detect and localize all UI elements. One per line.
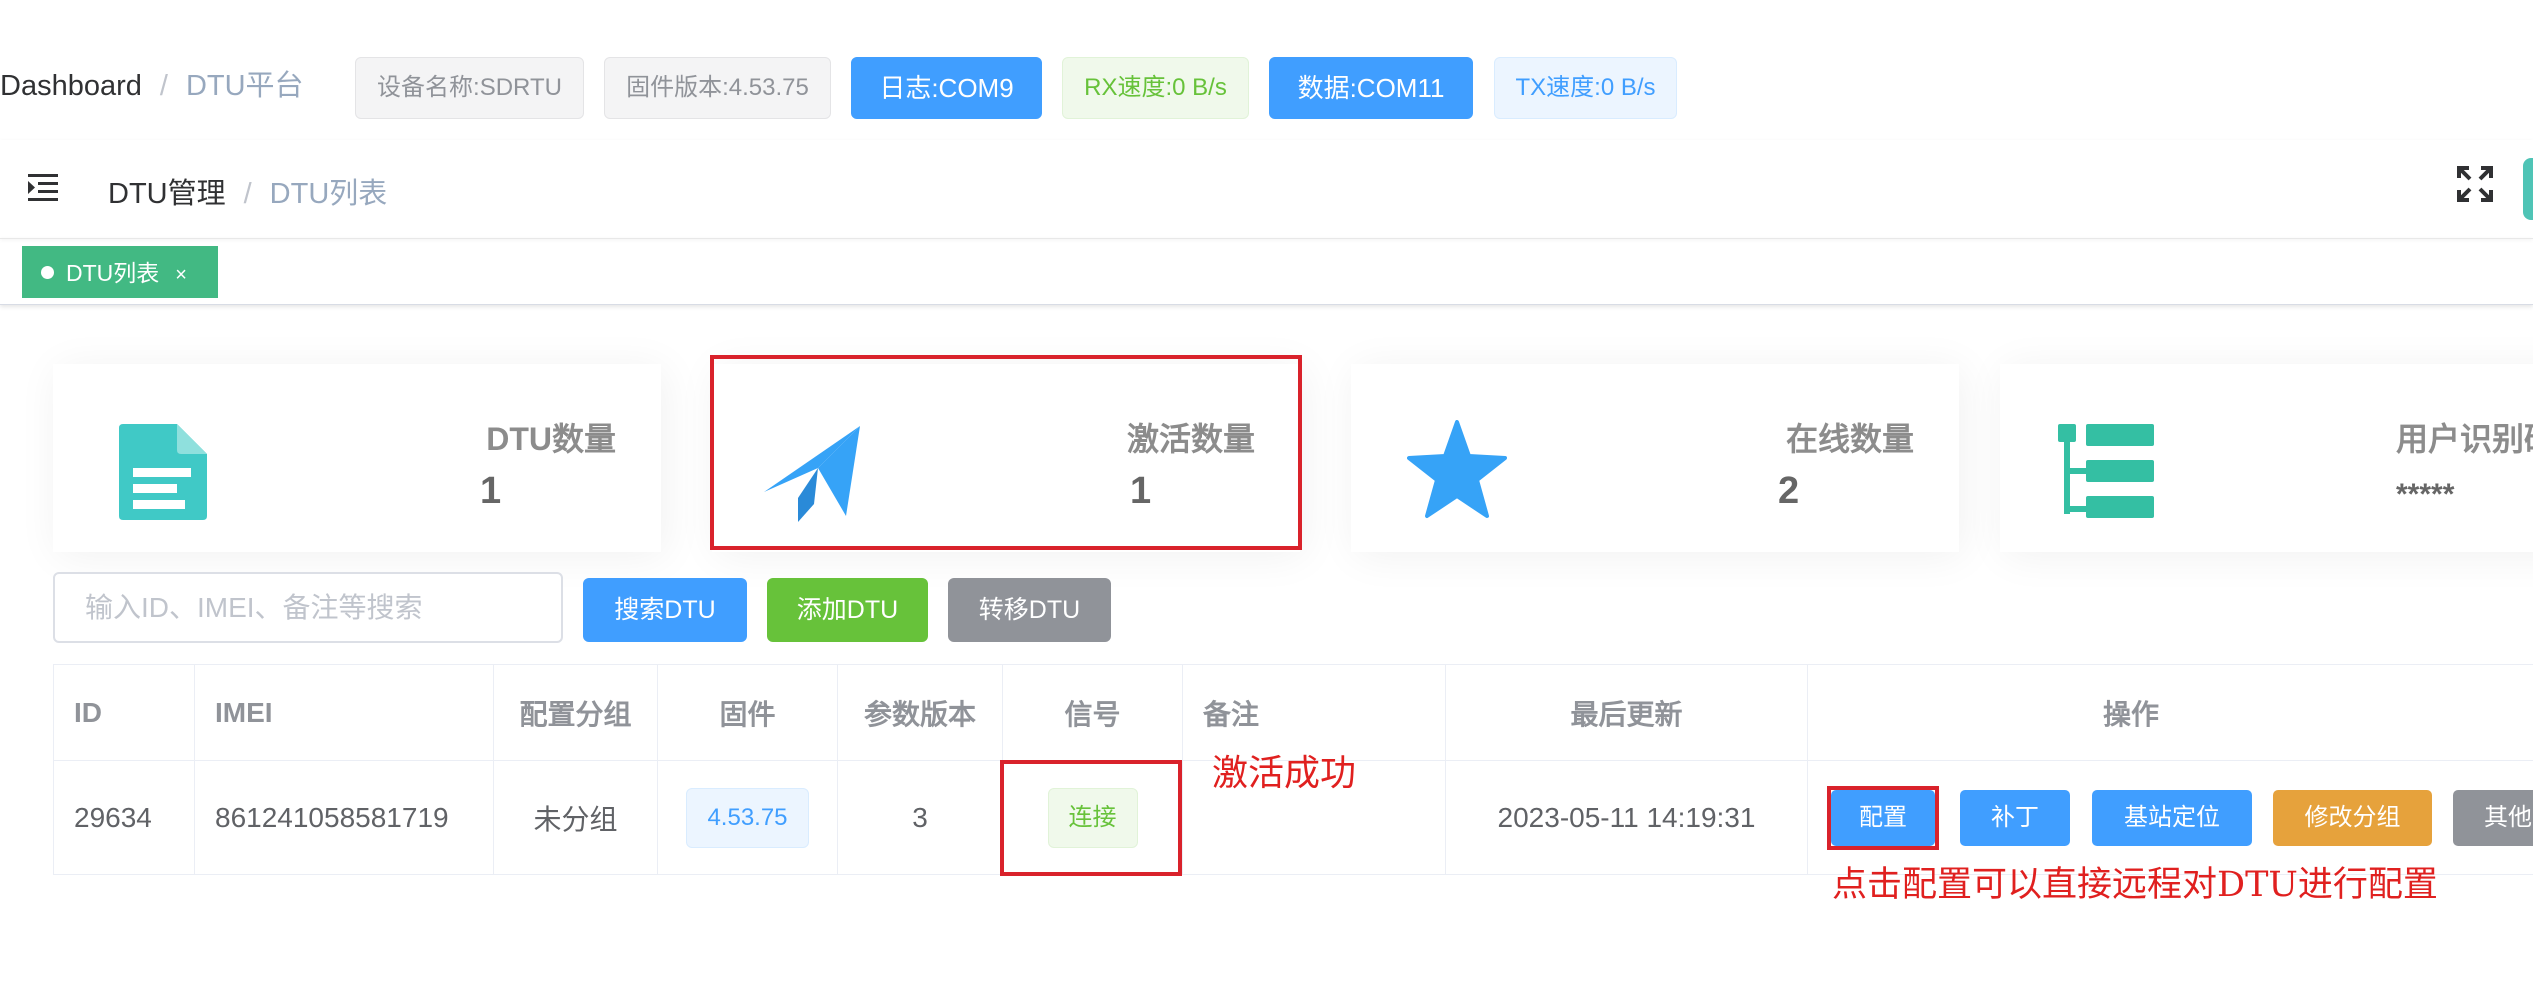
header-imei: IMEI [194, 664, 494, 761]
annotation-activated: 激活成功 [1212, 753, 1357, 794]
cell-param-version: 3 [837, 760, 1003, 875]
rx-speed-tag: RX速度:0 B/s [1062, 57, 1249, 119]
stat-value: ***** [2396, 478, 2455, 511]
breadcrumb-dtu-management[interactable]: DTU管理 [108, 178, 226, 210]
fullscreen-icon[interactable] [2455, 164, 2495, 204]
nav-breadcrumb: DTU管理 / DTU列表 [108, 170, 387, 212]
tab-label: DTU列表 [66, 260, 160, 286]
avatar[interactable] [2523, 158, 2533, 220]
header-signal: 信号 [1002, 664, 1183, 761]
tab-dtu-list[interactable]: DTU列表 × [22, 246, 218, 298]
stat-label: 在线数量 [1785, 421, 1914, 457]
cell-id: 29634 [53, 760, 195, 875]
breadcrumb-dtu-list: DTU列表 [269, 178, 388, 210]
document-icon [111, 422, 211, 522]
header-group: 配置分组 [493, 664, 658, 761]
data-port-button[interactable]: 数据:COM11 [1269, 57, 1473, 119]
breadcrumb-separator: / [159, 70, 168, 102]
tree-list-icon [2056, 422, 2156, 522]
active-dot-icon [41, 266, 54, 280]
breadcrumb-dtu-platform: DTU平台 [185, 70, 304, 102]
config-highlight-box [1827, 786, 1939, 850]
hamburger-icon[interactable] [26, 170, 60, 204]
header-last-update: 最后更新 [1445, 664, 1808, 761]
change-group-button[interactable]: 修改分组 [2273, 790, 2432, 846]
annotation-config-hint: 点击配置可以直接远程对DTU进行配置 [1832, 865, 2438, 905]
breadcrumb-separator: / [243, 178, 252, 210]
stat-value: 2 [1778, 470, 1800, 512]
add-dtu-button[interactable]: 添加DTU [767, 578, 928, 642]
search-dtu-button[interactable]: 搜索DTU [583, 578, 747, 642]
search-input[interactable] [53, 572, 563, 643]
firmware-version-tag: 固件版本:4.53.75 [604, 57, 831, 119]
header-firmware: 固件 [657, 664, 838, 761]
cell-imei: 861241058581719 [194, 760, 494, 875]
header-id: ID [53, 664, 195, 761]
device-name-tag: 设备名称:SDRTU [355, 57, 584, 119]
locate-button[interactable]: 基站定位 [2092, 790, 2252, 846]
stat-card-dtu-count[interactable]: DTU数量 1 [53, 364, 661, 552]
firmware-tag: 4.53.75 [686, 787, 809, 848]
transfer-dtu-button[interactable]: 转移DTU [948, 578, 1111, 642]
tags-view: DTU列表 × [0, 238, 2533, 305]
tx-speed-tag: TX速度:0 B/s [1494, 57, 1677, 119]
stat-card-online-count[interactable]: 在线数量 2 [1351, 364, 1959, 552]
stat-value: 1 [480, 470, 502, 512]
close-icon[interactable]: × [175, 264, 187, 286]
stat-label: 用户识别码 [2396, 421, 2533, 457]
log-port-button[interactable]: 日志:COM9 [851, 57, 1042, 119]
breadcrumb-dashboard[interactable]: Dashboard [0, 70, 142, 102]
top-breadcrumb: Dashboard / DTU平台 [0, 62, 304, 104]
navbar: DTU管理 / DTU列表 [0, 140, 2533, 239]
header-param-version: 参数版本 [837, 664, 1003, 761]
stat-label: DTU数量 [486, 421, 616, 457]
star-icon [1407, 420, 1507, 520]
signal-highlight-box [1000, 760, 1182, 876]
header-actions: 操作 [1807, 664, 2533, 761]
other-button[interactable]: 其他 [2453, 790, 2533, 846]
cell-firmware: 4.53.75 [657, 760, 838, 875]
patch-button[interactable]: 补丁 [1960, 790, 2070, 846]
cell-last-update: 2023-05-11 14:19:31 [1445, 760, 1808, 875]
stat-card-user-id[interactable]: 用户识别码 ***** [2000, 364, 2533, 552]
cell-group: 未分组 [493, 760, 658, 875]
activated-highlight-box [710, 355, 1302, 550]
